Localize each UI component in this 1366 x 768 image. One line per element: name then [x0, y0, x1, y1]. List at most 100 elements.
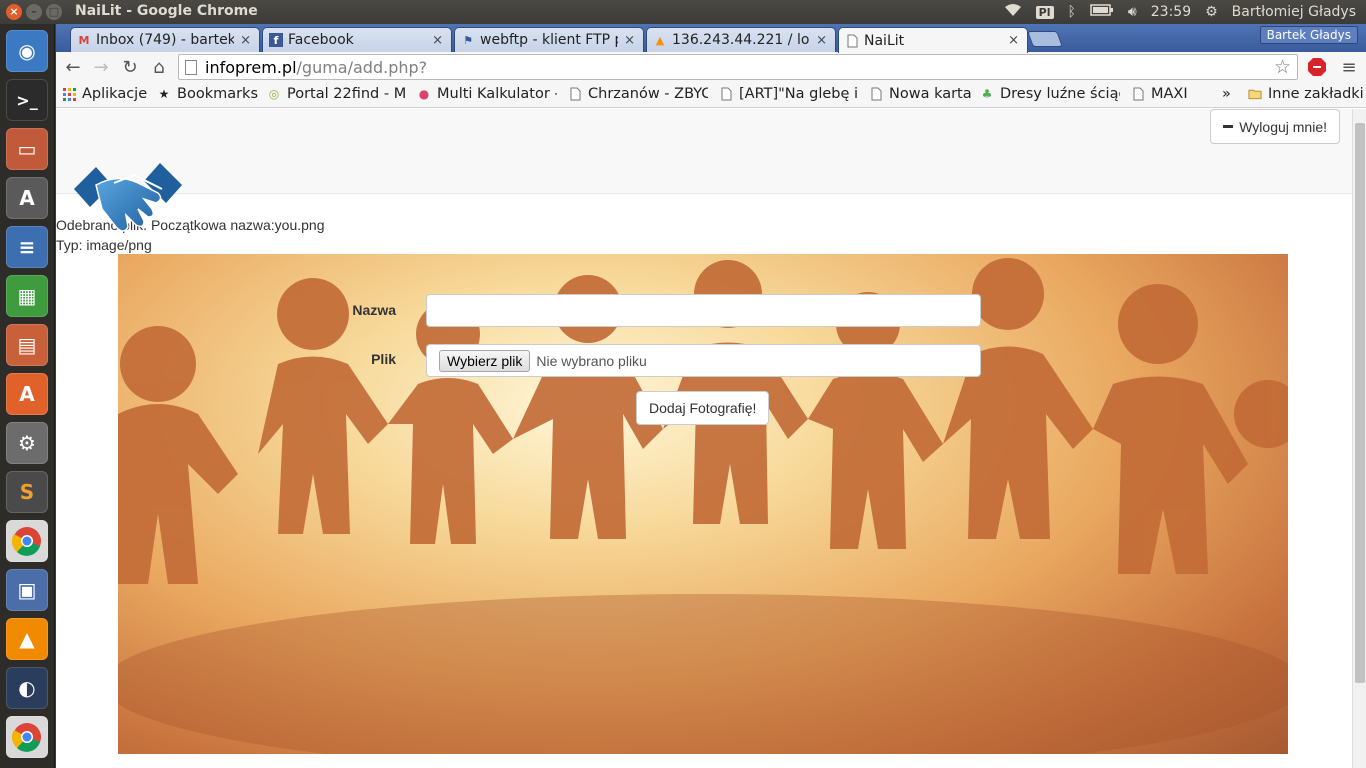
tab-facebook[interactable]: f Facebook ×	[262, 27, 452, 52]
add-photo-button[interactable]: Dodaj Fotografię!	[636, 391, 770, 425]
terminal-icon[interactable]: >_	[6, 79, 48, 121]
floppy-save-icon[interactable]: ▣	[6, 569, 48, 611]
bookmark-item[interactable]: [ART]"Na glebę i r	[719, 86, 859, 102]
sublime-text-icon[interactable]: S	[6, 471, 48, 513]
page-icon	[1131, 87, 1145, 101]
settings-gear-icon[interactable]: ⚙	[1205, 4, 1218, 20]
folder-icon	[1248, 87, 1262, 101]
unity-launcher: ◉ >_ ▭ A ≡ ▦ ▤ A ⚙ S ▣ ▲ ◐	[0, 24, 55, 768]
bookmark-item[interactable]: Nowa karta	[869, 86, 972, 102]
window-title: NaiLit - Google Chrome	[75, 3, 258, 19]
page-icon	[719, 87, 733, 101]
paper-people-hero-image: Nazwa Plik Wybierz plik Nie wybrano plik…	[118, 254, 1288, 754]
forward-arrow-icon[interactable]: →	[90, 56, 112, 78]
gmail-icon: M	[78, 33, 90, 47]
file-label: Plik	[371, 351, 396, 367]
close-tab-icon[interactable]: ×	[1008, 33, 1019, 48]
tab-strip: M Inbox (749) - bartekg × f Facebook × ⚑…	[56, 24, 1366, 53]
volume-icon[interactable]: 🔊︎	[1128, 4, 1137, 20]
keyboard-layout-indicator[interactable]: Pl	[1035, 5, 1054, 19]
browser-toolbar: ← → ↻ ⌂ infoprem.pl/guma/add.php? ☆ ≡	[56, 52, 1366, 82]
adblock-extension-icon[interactable]	[1306, 56, 1328, 78]
other-bookmarks-folder[interactable]: Inne zakładki	[1248, 86, 1364, 102]
reload-icon[interactable]: ↻	[119, 56, 141, 78]
bookmark-item[interactable]: ★ Bookmarks	[157, 86, 258, 102]
maximize-window-button[interactable]: □	[46, 4, 62, 20]
bookmarks-bar: Aplikacje ★ Bookmarks ◎ Portal 22find - …	[56, 82, 1366, 108]
ubuntu-top-panel: × – □ NaiLit - Google Chrome Pl ᛒ 🔊︎ 23:…	[0, 0, 1366, 24]
name-input[interactable]	[426, 294, 981, 327]
leaf-icon: ♣	[981, 87, 993, 101]
phpmyadmin-icon: ▲	[655, 33, 665, 47]
software-center-icon[interactable]: A	[6, 373, 48, 415]
handshake-logo[interactable]	[74, 159, 182, 239]
page-icon	[869, 87, 883, 101]
name-label: Nazwa	[352, 302, 396, 318]
url-host: infoprem.pl	[205, 57, 297, 77]
bookmark-item[interactable]: MAXI	[1131, 86, 1188, 102]
tab-webftp[interactable]: ⚑ webftp - klient FTP p ×	[454, 27, 644, 52]
window-controls: × – □	[6, 4, 62, 20]
page-icon	[568, 87, 582, 101]
system-settings-icon[interactable]: ⚙	[6, 422, 48, 464]
minimize-window-button[interactable]: –	[26, 4, 42, 20]
battery-icon[interactable]	[1090, 4, 1114, 20]
back-arrow-icon[interactable]: ←	[62, 56, 84, 78]
bookmark-item[interactable]: Aplikacje	[62, 86, 147, 102]
bookmarks-overflow-chevron[interactable]: »	[1222, 86, 1231, 102]
remmina-icon[interactable]: ◐	[6, 667, 48, 709]
bluetooth-icon[interactable]: ᛒ	[1068, 4, 1076, 20]
no-file-chosen-text: Nie wybrano pliku	[536, 352, 647, 369]
wifi-icon[interactable]	[1004, 3, 1022, 21]
facebook-icon: f	[269, 33, 283, 47]
libreoffice-writer-icon[interactable]: ≡	[6, 226, 48, 268]
user-circle-icon: ●	[418, 87, 430, 101]
upload-type-line: Typ: image/png	[56, 237, 152, 253]
profile-button[interactable]: Bartek Gładys	[1259, 26, 1358, 44]
paper-chain-figures	[118, 258, 1288, 754]
page-info-icon[interactable]	[185, 59, 197, 75]
new-tab-button[interactable]	[1027, 31, 1063, 47]
page-scrollbar[interactable]	[1352, 109, 1366, 768]
apps-grid-icon	[62, 87, 76, 101]
logout-button[interactable]: Wyloguj mnie!	[1210, 109, 1340, 144]
scrollbar-thumb[interactable]	[1355, 123, 1365, 683]
site-navbar: Wyloguj mnie!	[56, 109, 1352, 194]
close-tab-icon[interactable]: ×	[816, 33, 827, 48]
chrome-icon[interactable]	[6, 520, 48, 562]
web-page: Wyloguj mnie! Odebrano plik. Początkowa …	[56, 109, 1352, 768]
close-window-button[interactable]: ×	[6, 4, 22, 20]
tab-nailit[interactable]: NaiLit ×	[838, 27, 1028, 53]
close-tab-icon[interactable]: ×	[432, 33, 443, 48]
url-path: /guma/add.php?	[296, 57, 428, 77]
clock[interactable]: 23:59	[1151, 4, 1191, 20]
chrome-active-icon[interactable]	[6, 716, 48, 758]
system-indicators: Pl ᛒ 🔊︎ 23:59 ⚙ Bartłomiej Gładys	[1004, 3, 1356, 21]
tab-gmail[interactable]: M Inbox (749) - bartekg ×	[70, 27, 260, 52]
tab-phpmyadmin[interactable]: ▲ 136.243.44.221 / loca ×	[646, 27, 836, 52]
libreoffice-impress-icon[interactable]: ▤	[6, 324, 48, 366]
webftp-icon: ⚑	[463, 33, 473, 47]
home-icon[interactable]: ⌂	[148, 56, 170, 78]
bookmark-star-icon[interactable]: ☆	[1274, 56, 1291, 78]
22find-icon: ◎	[268, 87, 280, 101]
file-input[interactable]: Wybierz plik Nie wybrano pliku	[426, 344, 981, 377]
libreoffice-calc-icon[interactable]: ▦	[6, 275, 48, 317]
bookmark-item[interactable]: Chrzanów - ZBYC	[568, 86, 708, 102]
bookmark-item[interactable]: ♣ Dresy luźne ściąg	[980, 86, 1120, 102]
chrome-menu-icon[interactable]: ≡	[1338, 56, 1360, 78]
vlc-icon[interactable]: ▲	[6, 618, 48, 660]
close-tab-icon[interactable]: ×	[240, 33, 251, 48]
close-tab-icon[interactable]: ×	[624, 33, 635, 48]
bookmark-item[interactable]: ● Multi Kalkulator -	[417, 86, 557, 102]
ubuntu-dash-icon[interactable]: ◉	[6, 30, 48, 72]
file-manager-icon[interactable]: ▭	[6, 128, 48, 170]
bookmark-item[interactable]: ◎ Portal 22find - Mo	[267, 86, 407, 102]
chrome-window: M Inbox (749) - bartekg × f Facebook × ⚑…	[56, 24, 1366, 768]
user-name[interactable]: Bartłomiej Gładys	[1232, 4, 1356, 20]
minus-icon	[1223, 125, 1234, 128]
choose-file-button[interactable]: Wybierz plik	[439, 349, 531, 372]
address-bar[interactable]: infoprem.pl/guma/add.php? ☆	[178, 54, 1298, 80]
page-icon	[845, 34, 859, 48]
software-updater-icon[interactable]: A	[6, 177, 48, 219]
